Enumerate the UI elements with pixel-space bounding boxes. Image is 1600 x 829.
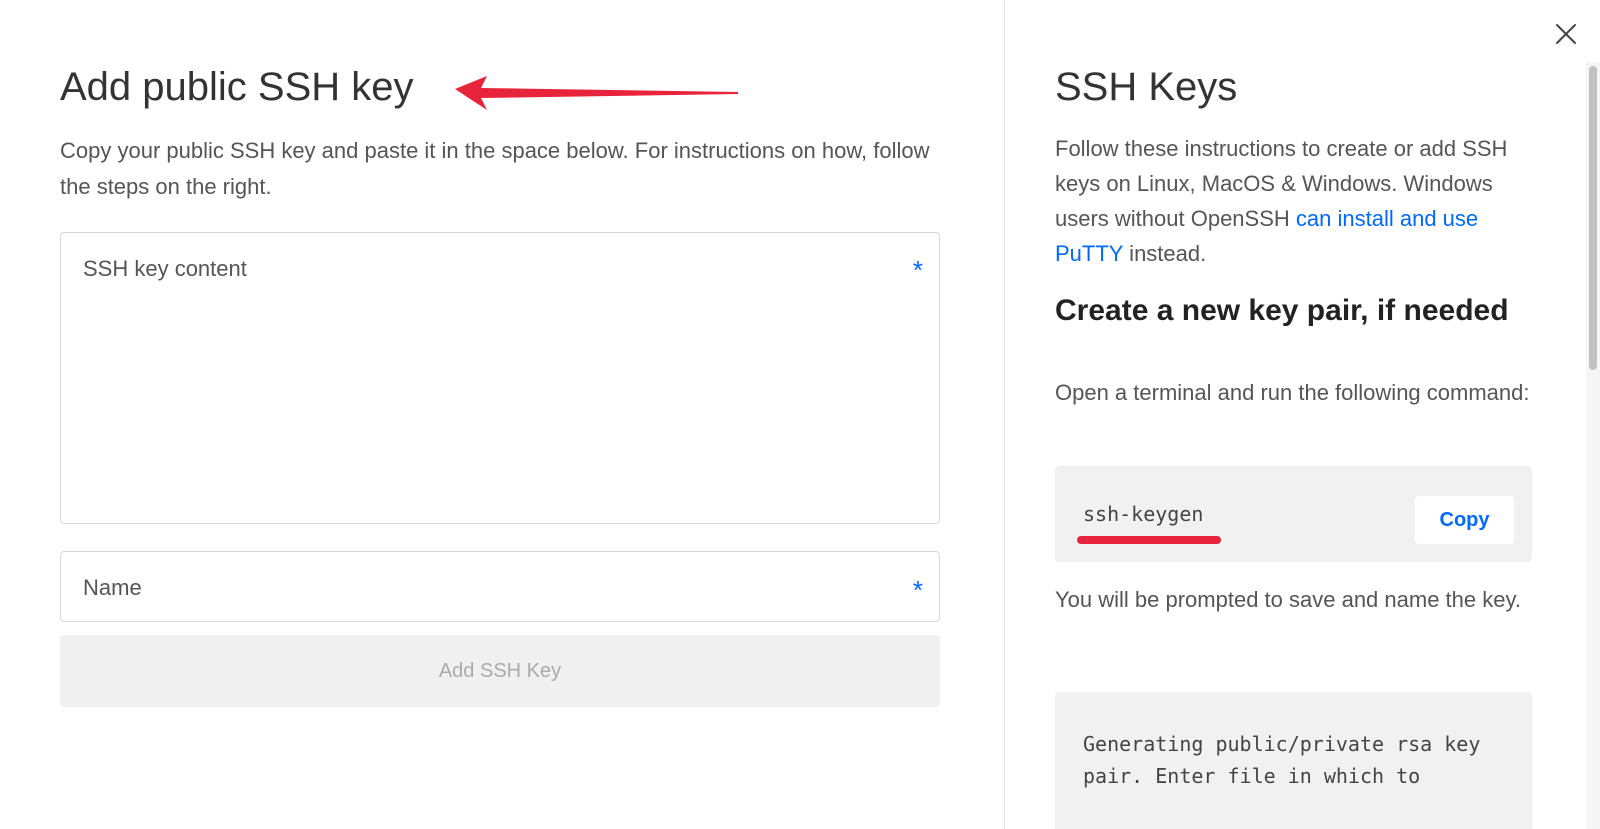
close-button[interactable] bbox=[1532, 0, 1600, 68]
instructions-title: SSH Keys bbox=[1055, 65, 1238, 109]
name-field[interactable]: Name * bbox=[60, 551, 940, 622]
underline-annotation bbox=[1077, 536, 1221, 544]
page-title: Add public SSH key bbox=[60, 65, 414, 109]
output-text: Generating public/private rsa key pair. … bbox=[1083, 732, 1481, 788]
intro-suffix: instead. bbox=[1123, 241, 1207, 266]
add-ssh-key-button[interactable]: Add SSH Key bbox=[60, 635, 940, 707]
ssh-key-content-label: SSH key content bbox=[83, 256, 247, 281]
ssh-key-content-field[interactable]: SSH key content * bbox=[60, 232, 940, 524]
close-icon bbox=[1556, 24, 1576, 44]
output-block: Generating public/private rsa key pair. … bbox=[1055, 692, 1532, 829]
required-marker: * bbox=[912, 255, 923, 285]
step-text: Open a terminal and run the following co… bbox=[1055, 380, 1530, 405]
scrollbar-thumb[interactable] bbox=[1589, 66, 1597, 370]
name-label: Name bbox=[83, 575, 142, 600]
command-block: ssh-keygen Copy bbox=[1055, 466, 1532, 562]
command-text: ssh-keygen bbox=[1083, 502, 1204, 526]
add-ssh-key-form: Add public SSH key Copy your public SSH … bbox=[0, 0, 1004, 829]
step-text: You will be prompted to save and name th… bbox=[1055, 587, 1521, 612]
required-marker: * bbox=[912, 575, 923, 605]
instructions-panel: SSH Keys Follow these instructions to cr… bbox=[1005, 0, 1600, 829]
scrollbar[interactable] bbox=[1586, 62, 1600, 829]
intro-text: Copy your public SSH key and paste it in… bbox=[60, 138, 930, 199]
copy-button[interactable]: Copy bbox=[1415, 496, 1514, 544]
section-heading: Create a new key pair, if needed bbox=[1055, 294, 1509, 327]
arrow-annotation-icon bbox=[455, 76, 738, 110]
instructions-intro: Follow these instructions to create or a… bbox=[1055, 131, 1540, 271]
